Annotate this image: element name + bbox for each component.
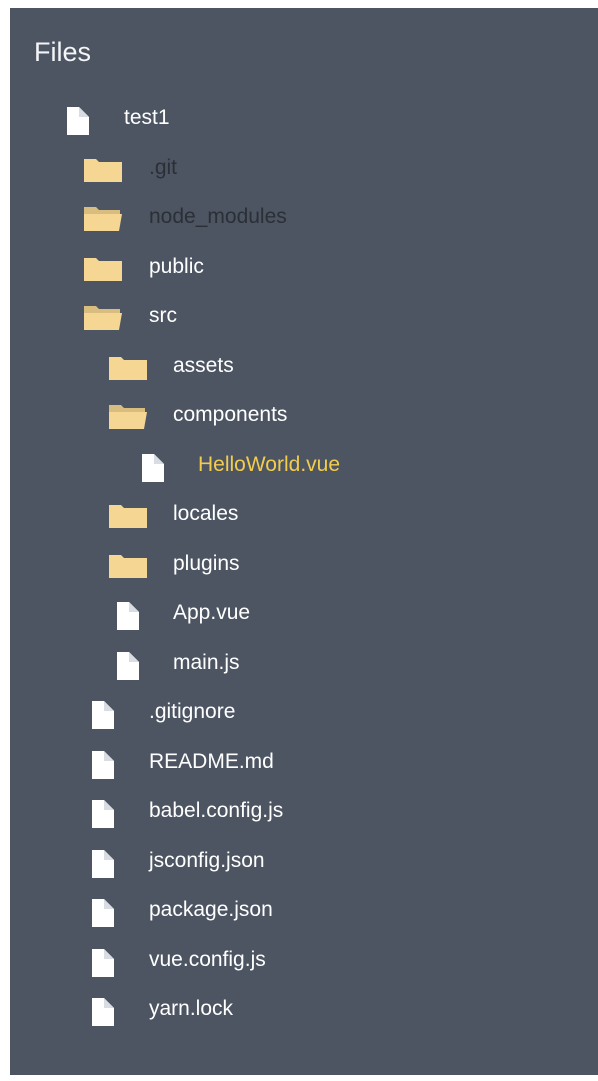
- tree-item-label: vue.config.js: [149, 947, 266, 971]
- file-row[interactable]: babel.config.js: [10, 794, 598, 828]
- panel-title: Files: [34, 37, 92, 67]
- folder-open-icon: [109, 405, 147, 429]
- folder-row[interactable]: src: [10, 299, 598, 333]
- file-icon: [142, 453, 164, 482]
- file-icon: [67, 107, 89, 135]
- folder-row[interactable]: node_modules: [10, 200, 598, 234]
- file-row[interactable]: .gitignore: [10, 695, 598, 729]
- file-icon: [92, 750, 114, 779]
- folder-row[interactable]: plugins: [10, 547, 598, 581]
- folder-icon: [109, 505, 147, 528]
- file-row[interactable]: HelloWorld.vue: [10, 448, 598, 482]
- file-icon: [92, 800, 114, 828]
- tree-item-label: plugins: [173, 551, 240, 575]
- folder-icon: [84, 257, 122, 281]
- tree-item-label: HelloWorld.vue: [198, 452, 341, 476]
- file-icon: [92, 998, 114, 1026]
- tree-item-label: src: [149, 304, 177, 327]
- folder-row[interactable]: assets: [10, 349, 598, 383]
- folder-open-icon: [84, 207, 122, 231]
- tree-item-label: README.md: [149, 749, 274, 773]
- tree-item-label: babel.config.js: [149, 799, 284, 822]
- tree-item-label: components: [173, 403, 288, 426]
- file-row[interactable]: App.vue: [10, 596, 598, 630]
- folder-icon: [84, 158, 122, 182]
- file-row[interactable]: package.json: [10, 893, 598, 927]
- folder-row[interactable]: locales: [10, 497, 598, 531]
- folder-open-icon: [84, 306, 122, 330]
- tree-item-label: assets: [173, 353, 234, 377]
- file-row[interactable]: yarn.lock: [10, 992, 598, 1026]
- tree-item-label: main.js: [173, 650, 240, 674]
- file-row[interactable]: vue.config.js: [10, 943, 598, 977]
- file-row[interactable]: main.js: [10, 646, 598, 680]
- file-icon: [92, 899, 114, 927]
- file-icon: [117, 651, 139, 680]
- tree-item-label: test1: [124, 106, 170, 129]
- file-row[interactable]: test1: [10, 101, 598, 135]
- tree-item-label: jsconfig.json: [149, 848, 265, 872]
- file-row[interactable]: jsconfig.json: [10, 844, 598, 878]
- file-icon: [117, 602, 139, 630]
- file-row[interactable]: README.md: [10, 745, 598, 779]
- tree-item-label: public: [149, 254, 204, 278]
- tree-item-label: .gitignore: [149, 700, 236, 723]
- folder-row[interactable]: components: [10, 398, 598, 432]
- tree-item-label: locales: [173, 502, 239, 525]
- tree-item-label: yarn.lock: [149, 997, 234, 1020]
- tree-item-label: .git: [149, 155, 178, 179]
- folder-icon: [109, 554, 147, 578]
- tree-item-label: node_modules: [149, 205, 287, 228]
- folder-row[interactable]: public: [10, 250, 598, 284]
- tree-item-label: App.vue: [173, 601, 251, 624]
- tree-item-label: package.json: [149, 898, 273, 921]
- file-icon: [92, 701, 114, 729]
- folder-row[interactable]: .git: [10, 151, 598, 185]
- file-icon: [92, 849, 114, 878]
- file-explorer-panel: Files test1 .git node_modulespublic src asse…: [10, 8, 598, 1075]
- folder-icon: [109, 356, 147, 380]
- file-icon: [92, 948, 114, 977]
